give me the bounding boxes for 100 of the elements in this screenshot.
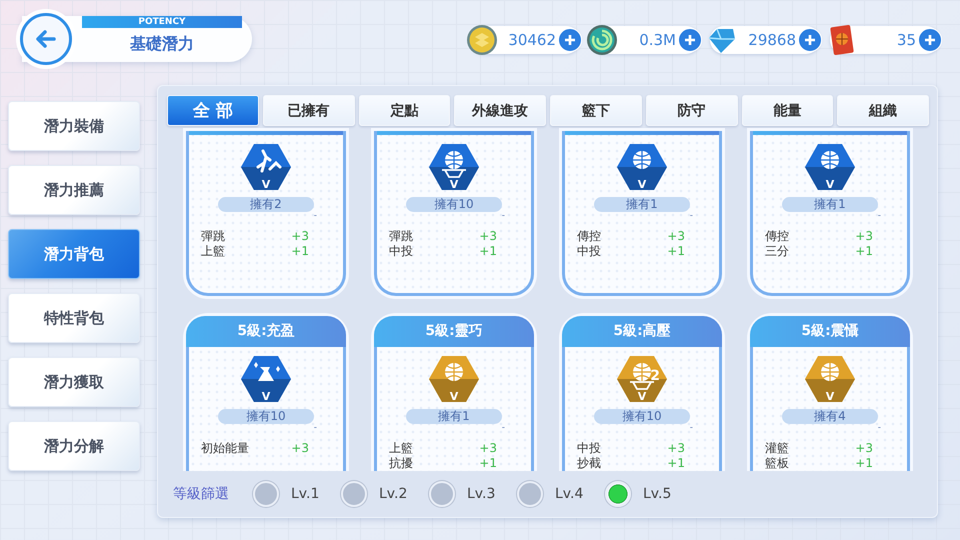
stat-name: 上籃 <box>201 244 225 259</box>
filter-tab[interactable]: 外線進攻 <box>454 95 546 126</box>
add-button[interactable] <box>678 28 702 52</box>
filter-tab[interactable]: 籃下 <box>550 95 642 126</box>
currency-amount: 0.3M <box>638 31 677 49</box>
level-radio[interactable] <box>517 481 543 507</box>
stat-value: +1 <box>667 456 685 471</box>
stat-value: +1 <box>479 456 497 471</box>
stat-name: 中投 <box>577 244 601 259</box>
owned-count: 擁有1 <box>594 197 690 212</box>
stat-value: +1 <box>479 244 497 259</box>
filter-tab[interactable]: 已擁有 <box>262 95 354 126</box>
potential-card[interactable]: 5級:高壓 V 2 擁有10 - 中投 +3 抄截 +1 <box>562 316 722 471</box>
level-radio[interactable] <box>253 481 279 507</box>
card-title: 5級:靈巧 <box>374 316 534 347</box>
grade-label: V <box>262 391 270 402</box>
stat-name: 中投 <box>389 244 413 259</box>
sidebar-item[interactable]: 潛力獲取 <box>8 357 140 407</box>
dash-mark: - <box>314 212 317 221</box>
page-subtitle: POTENCY <box>82 16 242 28</box>
dash-mark: - <box>690 212 693 221</box>
stat-name: 抗擾 <box>389 456 413 471</box>
dash-mark: - <box>502 424 505 433</box>
stat-name: 彈跳 <box>389 229 413 244</box>
currency-amount: 30462 <box>507 31 557 49</box>
potential-card[interactable]: V 擁有10 - 彈跳 +3 中投 +1 <box>374 131 534 296</box>
owned-count: 擁有2 <box>218 197 314 212</box>
coin-icon <box>466 24 498 56</box>
sidebar-item[interactable]: 潛力推薦 <box>8 165 140 215</box>
stat-value: +3 <box>667 229 685 244</box>
add-button[interactable] <box>918 28 942 52</box>
level-number: 2 <box>650 369 660 383</box>
filter-label: 等級篩選 <box>173 485 230 503</box>
card-title: 5級:高壓 <box>562 316 722 347</box>
card-title: 5級:充盈 <box>186 316 346 347</box>
filter-tab[interactable]: 定點 <box>358 95 450 126</box>
swirl-token-icon <box>586 24 618 56</box>
filter-tab[interactable]: 防守 <box>646 95 738 126</box>
card-title: 5級:震懾 <box>750 316 910 347</box>
level-radio[interactable] <box>605 481 631 507</box>
currency-amount: 35 <box>896 31 917 49</box>
potential-card[interactable]: V 擁有1 - 傳控 +3 中投 +1 <box>562 131 722 296</box>
dash-mark: - <box>878 212 881 221</box>
level-radio[interactable] <box>341 481 367 507</box>
level-label: Lv.4 <box>555 486 584 502</box>
sidebar-item[interactable]: 潛力背包 <box>8 229 140 279</box>
grade-label: V <box>450 391 458 402</box>
grade-label: V <box>638 179 646 190</box>
grade-label: V <box>262 179 270 190</box>
owned-count: 擁有1 <box>782 197 878 212</box>
level-label: Lv.3 <box>467 486 496 502</box>
currency-amount: 29868 <box>747 31 797 49</box>
stat-name: 中投 <box>577 441 601 456</box>
stat-value: +1 <box>667 244 685 259</box>
filter-tab[interactable]: 組織 <box>837 95 929 126</box>
stat-name: 灌籃 <box>765 441 789 456</box>
plus-icon <box>804 34 816 46</box>
stat-name: 傳控 <box>765 229 789 244</box>
plus-icon <box>684 34 696 46</box>
level-label: Lv.5 <box>643 486 672 502</box>
potential-card[interactable]: V 擁有1 - 傳控 +3 三分 +1 <box>750 131 910 296</box>
stat-value: +3 <box>855 441 873 456</box>
grade-label: V <box>450 179 458 190</box>
dash-mark: - <box>878 424 881 433</box>
stat-name: 傳控 <box>577 229 601 244</box>
level-label: Lv.2 <box>379 486 408 502</box>
stat-value: +3 <box>291 441 309 456</box>
sidebar-item[interactable]: 特性背包 <box>8 293 140 343</box>
stat-name: 三分 <box>765 244 789 259</box>
owned-count: 擁有10 <box>218 409 314 424</box>
potential-card[interactable]: 5級:充盈 V 擁有10 - 初始能量 +3 <box>186 316 346 471</box>
filter-tab[interactable]: 能量 <box>742 95 834 126</box>
level-label: Lv.1 <box>291 486 320 502</box>
dash-mark: - <box>314 424 317 433</box>
sidebar-item[interactable]: 潛力分解 <box>8 421 140 471</box>
potential-card[interactable]: V 擁有2 - 彈跳 +3 上籃 +1 <box>186 131 346 296</box>
plus-icon <box>564 34 576 46</box>
dash-mark: - <box>690 424 693 433</box>
stat-value: +3 <box>479 229 497 244</box>
potential-card[interactable]: 5級:靈巧 V 擁有1 - 上籃 +3 抗擾 +1 <box>374 316 534 471</box>
stat-name: 籃板 <box>765 456 789 471</box>
plus-icon <box>924 34 936 46</box>
sidebar-item[interactable]: 潛力裝備 <box>8 101 140 151</box>
grade-label: V <box>826 179 834 190</box>
add-button[interactable] <box>798 28 822 52</box>
stat-value: +3 <box>479 441 497 456</box>
level-radio[interactable] <box>429 481 455 507</box>
owned-count: 擁有4 <box>782 409 878 424</box>
stat-name: 抄截 <box>577 456 601 471</box>
back-arrow-icon <box>34 27 58 51</box>
owned-count: 擁有1 <box>406 409 502 424</box>
stat-name: 初始能量 <box>201 441 249 456</box>
potential-card[interactable]: 5級:震懾 V 擁有4 - 灌籃 +3 籃板 +1 <box>750 316 910 471</box>
stat-name: 彈跳 <box>201 229 225 244</box>
stat-name: 上籃 <box>389 441 413 456</box>
page-title: 基礎潛力 <box>130 34 194 55</box>
add-button[interactable] <box>558 28 582 52</box>
stat-value: +1 <box>855 456 873 471</box>
filter-tab[interactable]: 全 部 <box>167 95 259 126</box>
stat-value: +3 <box>855 229 873 244</box>
